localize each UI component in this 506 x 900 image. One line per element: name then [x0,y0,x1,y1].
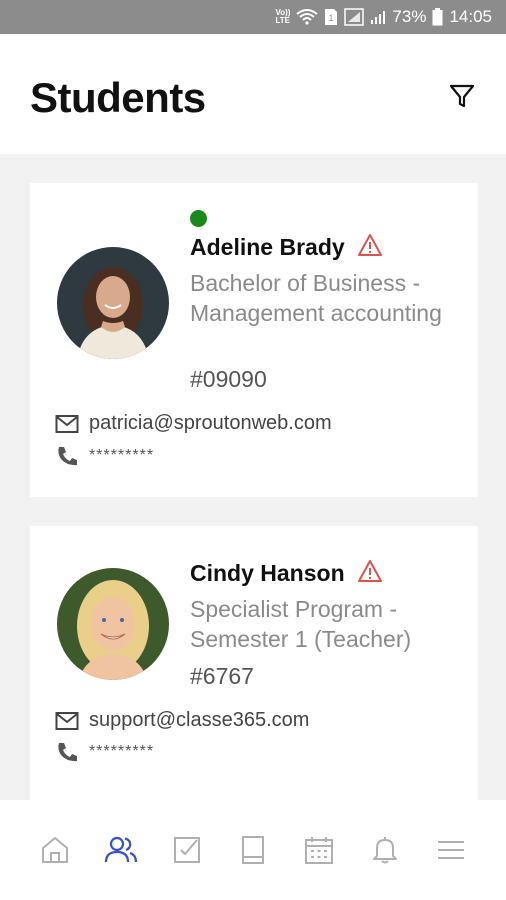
avatar [57,247,169,359]
student-code: #09090 [190,366,267,392]
student-card[interactable]: Cindy Hanson Specialist Program - Semest… [30,526,478,801]
nav-home[interactable] [35,830,75,870]
phone-icon [58,447,77,466]
nav-calendar[interactable] [299,830,339,870]
warning-icon[interactable] [357,233,383,262]
student-email: support@classe365.com [89,709,310,731]
signal-strength-icon [370,9,386,25]
phone-row[interactable]: ********* [55,445,154,467]
volte-indicator: Vo)) LTE [275,9,290,25]
phone-icon [58,743,77,762]
clock: 14:05 [449,7,492,26]
nav-students[interactable] [101,830,141,870]
warning-icon[interactable] [357,559,383,588]
student-name: Adeline Brady [190,234,345,260]
volte-bottom: LTE [275,16,290,25]
page-title: Students [30,74,206,121]
students-icon [104,836,138,863]
nav-menu[interactable] [431,830,471,870]
nav-notifications[interactable] [365,830,405,870]
battery-icon [432,8,443,26]
student-program: Bachelor of Business - Management accoun… [190,270,442,326]
filter-icon [449,84,475,108]
app-header: Students [0,34,506,154]
online-indicator [190,210,207,227]
student-phone: ********* [89,743,155,760]
student-program: Specialist Program - Semester 1 (Teacher… [190,596,412,652]
bottom-nav [0,800,506,900]
student-name: Cindy Hanson [190,560,345,586]
status-bar: Vo)) LTE 1 73% 14:05 [0,0,506,34]
email-icon [55,414,79,433]
name-row: Adeline Brady [190,233,383,262]
email-row[interactable]: patricia@sproutonweb.com [55,412,332,435]
avatar [57,568,169,680]
nav-tasks[interactable] [167,830,207,870]
student-code: #6767 [190,663,254,689]
name-row: Cindy Hanson [190,559,383,588]
filter-button[interactable] [446,80,478,112]
tasks-icon [174,837,200,863]
book-icon [242,836,264,864]
wifi-icon [296,9,319,25]
calendar-icon [305,837,333,864]
student-card[interactable]: Adeline Brady Bachelor of Business - Man… [30,183,478,497]
nav-library[interactable] [233,830,273,870]
svg-text:1: 1 [329,13,334,23]
battery-percent: 73% [392,7,427,26]
bell-icon [373,837,397,864]
menu-icon [438,841,464,859]
student-phone: ********* [89,447,155,464]
home-icon [42,837,68,863]
student-email: patricia@sproutonweb.com [89,412,332,434]
sim-card-icon: 1 [324,8,338,26]
phone-row[interactable]: ********* [55,741,154,763]
email-row[interactable]: support@classe365.com [55,709,309,732]
email-icon [55,711,79,730]
signal-box-icon [344,8,365,26]
